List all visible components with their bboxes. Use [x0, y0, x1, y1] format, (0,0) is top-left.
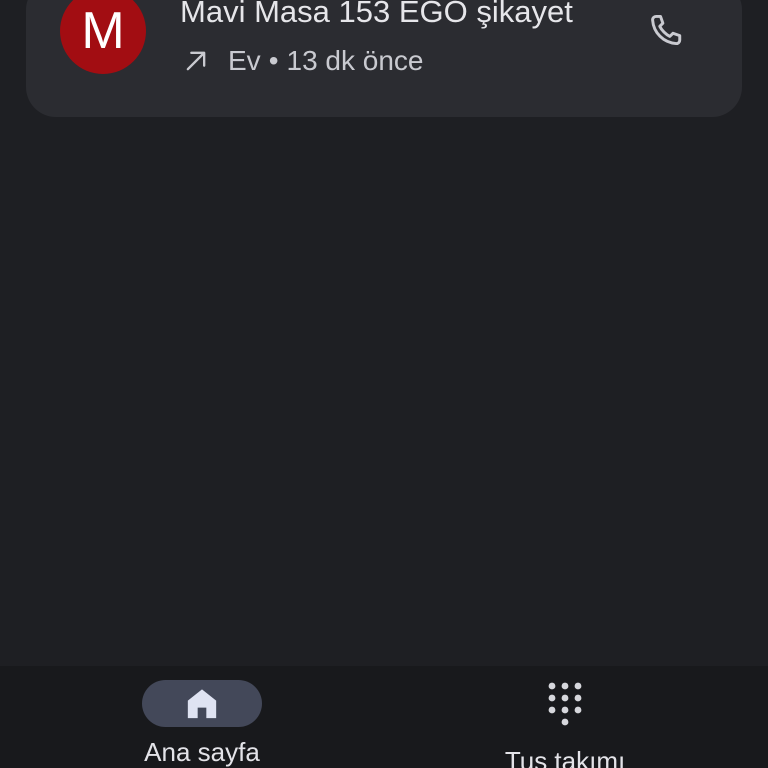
- home-icon: [187, 688, 217, 718]
- nav-keypad[interactable]: Tuş takımı: [505, 666, 625, 768]
- nav-keypad-indicator: [505, 680, 625, 736]
- nav-home-label: Ana sayfa: [144, 737, 260, 767]
- contact-name: Mavi Masa 153 EGO şikayet: [180, 0, 573, 29]
- dialpad-icon: [548, 682, 582, 726]
- call-back-button[interactable]: [636, 4, 696, 60]
- phone-app-screen: M Mavi Masa 153 EGO şikayet Ev • 13 dk ö…: [0, 0, 768, 768]
- phone-icon: [651, 14, 682, 46]
- call-details: Ev • 13 dk önce: [182, 42, 424, 80]
- outgoing-call-arrow-icon: [186, 51, 206, 71]
- nav-keypad-label: Tuş takımı: [504, 746, 626, 768]
- nav-home[interactable]: Ana sayfa: [142, 666, 262, 768]
- separator-dot: •: [268, 45, 279, 76]
- bottom-navigation: Ana sayfa Tuş takımı: [0, 666, 768, 768]
- avatar-initial: M: [81, 2, 125, 60]
- call-time-ago: 13 dk önce: [286, 45, 424, 76]
- call-label: Ev: [228, 45, 261, 76]
- nav-home-active-indicator: [142, 680, 262, 727]
